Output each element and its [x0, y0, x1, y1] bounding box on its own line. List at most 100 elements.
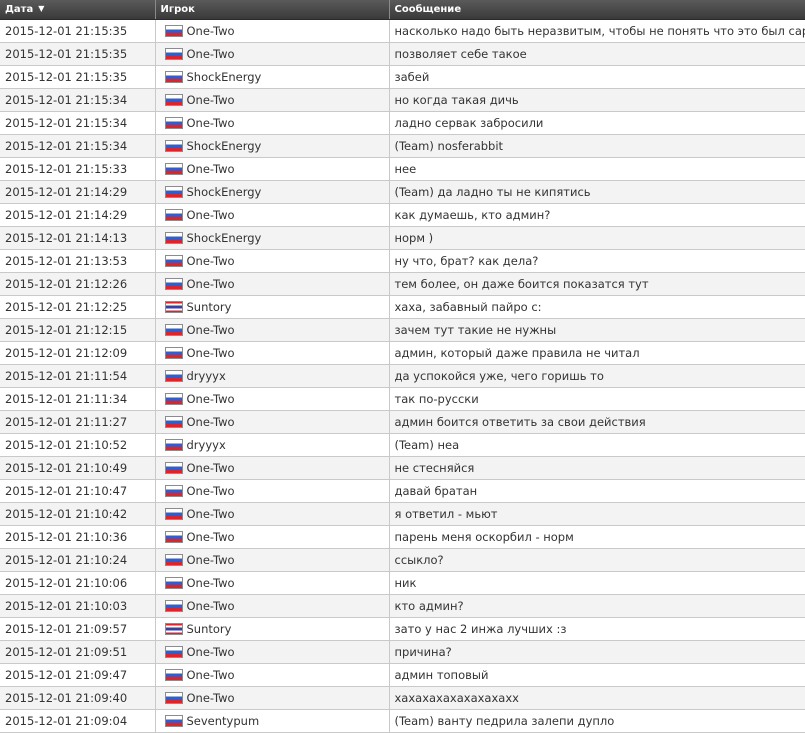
- player-name-link[interactable]: One-Two: [187, 484, 235, 498]
- ru-flag-icon: [164, 232, 183, 244]
- player-name-link[interactable]: One-Two: [187, 24, 235, 38]
- message-cell: хаха, забавный пайро с:: [388, 295, 805, 319]
- th-flag-icon: [164, 623, 183, 635]
- message-cell: забей: [388, 65, 805, 89]
- column-header-date[interactable]: Дата ▼: [0, 0, 156, 20]
- table-row: 2015-12-01 21:11:54 dryyyx да успокойся уж…: [0, 364, 805, 388]
- ru-flag-icon: [164, 370, 183, 382]
- player-name-link[interactable]: dryyyx: [187, 369, 226, 383]
- table-row: 2015-12-01 21:10:49 One-Two не стесняйся: [0, 456, 805, 480]
- column-header-date-label: Дата: [5, 4, 34, 15]
- player-cell: One-Two: [154, 686, 390, 710]
- player-name-link[interactable]: One-Two: [187, 530, 235, 544]
- message-cell: (Team) неа: [388, 433, 805, 457]
- ru-flag-icon: [164, 554, 183, 566]
- date-cell: 2015-12-01 21:14:29: [0, 203, 156, 227]
- message-cell: (Team) да ладно ты не кипятись: [388, 180, 805, 204]
- ru-flag-icon: [164, 600, 183, 612]
- player-name-link[interactable]: ShockEnergy: [187, 231, 262, 245]
- player-name-link[interactable]: One-Two: [187, 323, 235, 337]
- table-row: 2015-12-01 21:12:25 Suntory хаха, забавный…: [0, 295, 805, 319]
- table-row: 2015-12-01 21:12:26 One-Two тем более, он …: [0, 272, 805, 296]
- date-cell: 2015-12-01 21:14:29: [0, 180, 156, 204]
- player-name-link[interactable]: One-Two: [187, 254, 235, 268]
- player-name-link[interactable]: One-Two: [187, 116, 235, 130]
- ru-flag-icon: [164, 140, 183, 152]
- date-cell: 2015-12-01 21:10:06: [0, 571, 156, 595]
- player-cell: One-Two: [154, 19, 390, 43]
- player-name-link[interactable]: ShockEnergy: [187, 70, 262, 84]
- table-row: 2015-12-01 21:09:51 One-Two причина?: [0, 640, 805, 664]
- player-name-link[interactable]: One-Two: [187, 93, 235, 107]
- date-cell: 2015-12-01 21:11:54: [0, 364, 156, 388]
- player-name-link[interactable]: ShockEnergy: [187, 185, 262, 199]
- ru-flag-icon: [164, 117, 183, 129]
- table-row: 2015-12-01 21:10:42 One-Two я ответил - мь…: [0, 502, 805, 526]
- date-cell: 2015-12-01 21:10:49: [0, 456, 156, 480]
- ru-flag-icon: [164, 186, 183, 198]
- player-name-link[interactable]: Seventypum: [187, 714, 260, 728]
- ru-flag-icon: [164, 669, 183, 681]
- message-cell: нее: [388, 157, 805, 181]
- column-header-player-label: Игрок: [160, 4, 195, 15]
- player-name-link[interactable]: Suntory: [187, 622, 232, 636]
- message-cell: ладно сервак забросили: [388, 111, 805, 135]
- message-cell: ссыкло?: [388, 548, 805, 572]
- player-cell: One-Two: [154, 410, 390, 434]
- ru-flag-icon: [164, 485, 183, 497]
- date-cell: 2015-12-01 21:09:51: [0, 640, 156, 664]
- table-row: 2015-12-01 21:14:29 ShockEnergy (Team) да …: [0, 180, 805, 204]
- chat-log-table: Дата ▼ Игрок Сообщение 2015-12-01 21:15:3…: [0, 0, 805, 733]
- player-name-link[interactable]: One-Two: [187, 208, 235, 222]
- message-cell: да успокойся уже, чего горишь то: [388, 364, 805, 388]
- date-cell: 2015-12-01 21:15:34: [0, 111, 156, 135]
- player-cell: Seventypum: [154, 709, 390, 733]
- player-cell: ShockEnergy: [154, 134, 390, 158]
- player-cell: One-Two: [154, 594, 390, 618]
- ru-flag-icon: [164, 48, 183, 60]
- player-name-link[interactable]: One-Two: [187, 162, 235, 176]
- player-cell: ShockEnergy: [154, 65, 390, 89]
- player-cell: One-Two: [154, 249, 390, 273]
- player-name-link[interactable]: dryyyx: [187, 438, 226, 452]
- table-row: 2015-12-01 21:15:35 One-Two позволяет себе…: [0, 42, 805, 66]
- table-row: 2015-12-01 21:11:34 One-Two так по-русски: [0, 387, 805, 411]
- table-row: 2015-12-01 21:15:34 One-Two но когда такая…: [0, 88, 805, 112]
- player-name-link[interactable]: One-Two: [187, 47, 235, 61]
- message-cell: как думаешь, кто админ?: [388, 203, 805, 227]
- player-name-link[interactable]: One-Two: [187, 461, 235, 475]
- sort-descending-icon: ▼: [38, 4, 45, 13]
- player-cell: One-Two: [154, 640, 390, 664]
- column-header-player[interactable]: Игрок: [155, 0, 390, 20]
- player-name-link[interactable]: One-Two: [187, 553, 235, 567]
- message-cell: насколько надо быть неразвитым, чтобы не…: [388, 19, 805, 43]
- table-row: 2015-12-01 21:09:04 Seventypum (Team) вант…: [0, 709, 805, 733]
- date-cell: 2015-12-01 21:12:09: [0, 341, 156, 365]
- player-name-link[interactable]: One-Two: [187, 415, 235, 429]
- player-cell: One-Two: [154, 203, 390, 227]
- table-row: 2015-12-01 21:12:09 One-Two админ, который…: [0, 341, 805, 365]
- player-name-link[interactable]: Suntory: [187, 300, 232, 314]
- player-name-link[interactable]: One-Two: [187, 668, 235, 682]
- message-cell: ник: [388, 571, 805, 595]
- player-name-link[interactable]: One-Two: [187, 691, 235, 705]
- date-cell: 2015-12-01 21:12:15: [0, 318, 156, 342]
- player-cell: One-Two: [154, 318, 390, 342]
- player-name-link[interactable]: One-Two: [187, 599, 235, 613]
- player-name-link[interactable]: One-Two: [187, 645, 235, 659]
- player-cell: One-Two: [154, 157, 390, 181]
- date-cell: 2015-12-01 21:15:34: [0, 88, 156, 112]
- table-row: 2015-12-01 21:10:47 One-Two давай братан: [0, 479, 805, 503]
- player-name-link[interactable]: One-Two: [187, 392, 235, 406]
- message-cell: я ответил - мьют: [388, 502, 805, 526]
- player-name-link[interactable]: ShockEnergy: [187, 139, 262, 153]
- player-name-link[interactable]: One-Two: [187, 277, 235, 291]
- message-cell: не стесняйся: [388, 456, 805, 480]
- player-name-link[interactable]: One-Two: [187, 346, 235, 360]
- message-cell: зачем тут такие не нужны: [388, 318, 805, 342]
- player-name-link[interactable]: One-Two: [187, 507, 235, 521]
- player-name-link[interactable]: One-Two: [187, 576, 235, 590]
- header-row: Дата ▼ Игрок Сообщение: [0, 0, 805, 20]
- table-header: Дата ▼ Игрок Сообщение: [0, 0, 805, 20]
- column-header-message[interactable]: Сообщение: [389, 0, 805, 20]
